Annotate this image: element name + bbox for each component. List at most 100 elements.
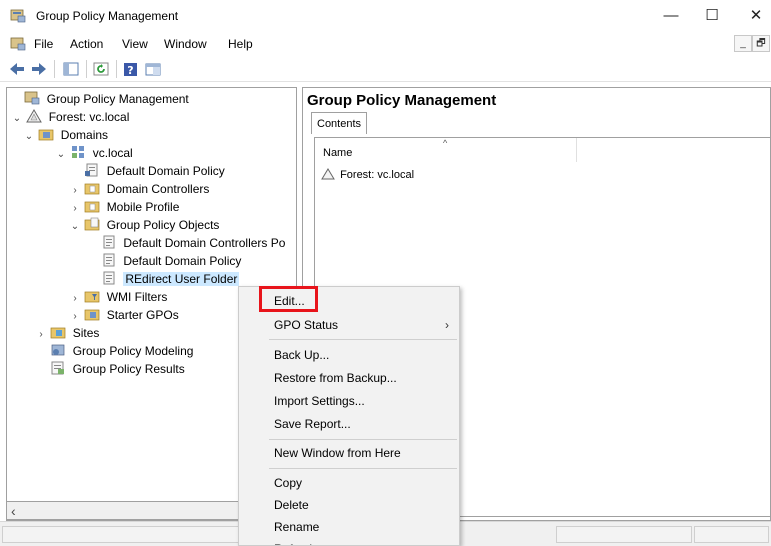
menu-item-refresh[interactable]: Refresh <box>239 538 459 545</box>
scroll-left-arrow-icon[interactable]: ‹ <box>11 503 16 519</box>
tree-label: Forest: vc.local <box>48 110 130 124</box>
starter-gpo-icon <box>84 309 100 321</box>
details-title: Group Policy Management <box>307 92 497 109</box>
tree-item-default-domain-policy-link[interactable]: Default Domain Policy <box>69 162 225 180</box>
properties-pane-icon[interactable] <box>144 59 162 79</box>
ou-folder-icon <box>84 183 100 195</box>
wmi-filter-icon <box>84 291 100 303</box>
column-header-label: Name <box>323 147 353 159</box>
tree-item-sites[interactable]: › Sites <box>35 324 99 342</box>
menu-action[interactable]: Action <box>70 37 103 51</box>
tree-item-starter-gpos[interactable]: › Starter GPOs <box>69 306 179 324</box>
back-arrow-icon[interactable] <box>8 59 26 79</box>
minimize-button[interactable]: — <box>656 4 686 28</box>
menu-item-back-up[interactable]: Back Up... <box>239 344 459 366</box>
tree-item-group-policy-objects[interactable]: ⌄ Group Policy Objects <box>69 216 219 234</box>
close-button[interactable]: ✕ <box>741 4 771 28</box>
menu-separator <box>269 439 457 440</box>
mdi-restore-button[interactable]: 🗗 <box>752 35 770 52</box>
chevron-down-icon[interactable]: ⌄ <box>23 128 35 146</box>
menu-item-delete[interactable]: Delete <box>239 494 459 516</box>
list-item-label: Forest: vc.local <box>340 169 415 181</box>
gpm-app-icon <box>10 9 26 23</box>
menu-help[interactable]: Help <box>228 37 253 51</box>
tree-item-domains[interactable]: ⌄ Domains <box>23 126 108 144</box>
tree-label: Group Policy Management <box>46 92 189 106</box>
forest-icon <box>26 109 43 123</box>
menu-bar: File Action View Window Help _ 🗗 <box>0 32 771 56</box>
toolbar-separator <box>54 60 55 78</box>
chevron-down-icon[interactable]: ⌄ <box>11 110 23 128</box>
tree-item-gpo[interactable]: Default Domain Controllers Po <box>101 234 285 252</box>
menu-item-new-window[interactable]: New Window from Here <box>239 442 459 464</box>
status-segment <box>556 526 692 543</box>
tree-item-gpm-root[interactable]: Group Policy Management <box>9 90 189 108</box>
gpo-document-icon <box>103 253 115 267</box>
sites-icon <box>50 327 66 339</box>
toolbar: ? <box>0 56 771 82</box>
tree-label: Mobile Profile <box>106 200 180 214</box>
show-hide-tree-icon[interactable] <box>62 59 80 79</box>
tree-label: Group Policy Results <box>72 362 185 376</box>
menu-view[interactable]: View <box>122 37 148 51</box>
sort-ascending-icon: ^ <box>443 138 448 148</box>
gpm-root-icon <box>24 91 40 105</box>
tree-item-gp-modeling[interactable]: Group Policy Modeling <box>35 342 193 360</box>
tree-label: Starter GPOs <box>106 308 179 322</box>
gp-results-icon <box>51 361 65 375</box>
maximize-button[interactable]: ☐ <box>697 4 727 28</box>
forest-icon <box>321 168 335 180</box>
tree-item-domain-controllers[interactable]: › Domain Controllers <box>69 180 209 198</box>
menu-separator <box>269 339 457 340</box>
tree-label: vc.local <box>92 146 133 160</box>
gp-modeling-icon <box>51 344 65 356</box>
tree-item-wmi-filters[interactable]: › WMI Filters <box>69 288 167 306</box>
tree-item-mobile-profile[interactable]: › Mobile Profile <box>69 198 179 216</box>
domain-icon <box>72 146 85 158</box>
help-icon[interactable]: ? <box>122 59 140 79</box>
window-title: Group Policy Management <box>36 9 179 23</box>
toolbar-separator <box>86 60 87 78</box>
menu-item-restore[interactable]: Restore from Backup... <box>239 367 459 389</box>
domains-folder-icon <box>38 129 54 141</box>
list-item[interactable]: Forest: vc.local <box>321 168 414 181</box>
chevron-down-icon[interactable]: ⌄ <box>69 218 81 236</box>
column-header-name[interactable]: ^ Name <box>315 138 577 162</box>
gpo-container-icon <box>84 217 100 231</box>
tree-item-gpo-selected[interactable]: REdirect User Folder <box>101 270 240 288</box>
refresh-icon[interactable] <box>92 59 110 79</box>
menu-item-gpo-status[interactable]: GPO Status › <box>239 314 459 336</box>
toolbar-separator <box>116 60 117 78</box>
menu-item-label: GPO Status <box>274 318 339 332</box>
menu-item-copy[interactable]: Copy <box>239 472 459 494</box>
status-segment <box>694 526 769 543</box>
menu-file[interactable]: File <box>34 37 53 51</box>
gpo-document-icon <box>103 235 115 249</box>
tree-item-gpo[interactable]: Default Domain Policy <box>101 252 241 270</box>
gpo-link-icon <box>85 163 98 177</box>
menu-item-rename[interactable]: Rename <box>239 516 459 538</box>
menu-item-import[interactable]: Import Settings... <box>239 390 459 412</box>
menu-window[interactable]: Window <box>164 37 207 51</box>
mdi-minimize-button[interactable]: _ <box>734 35 752 52</box>
gpo-document-icon <box>103 271 115 285</box>
chevron-down-icon[interactable]: ⌄ <box>55 146 67 164</box>
menu-item-save-report[interactable]: Save Report... <box>239 413 459 435</box>
ou-folder-icon <box>84 201 100 213</box>
submenu-arrow-icon: › <box>445 318 449 332</box>
menu-separator <box>269 468 457 469</box>
tree-label: Group Policy Modeling <box>72 344 194 358</box>
tree-label: Default Domain Policy <box>106 164 225 178</box>
tree-item-forest[interactable]: ⌄ Forest: vc.local <box>11 108 129 126</box>
annotation-highlight-box <box>259 286 318 312</box>
tree-item-domain-vc-local[interactable]: ⌄ vc.local <box>55 144 133 162</box>
title-bar: Group Policy Management — ☐ ✕ <box>0 0 771 32</box>
forward-arrow-icon[interactable] <box>30 59 48 79</box>
tab-contents[interactable]: Contents <box>311 112 368 134</box>
tree-label: Default Domain Controllers Po <box>123 236 286 250</box>
tree-label: Sites <box>72 326 100 340</box>
tree-label: REdirect User Folder <box>123 272 240 286</box>
context-menu: Edit... GPO Status › Back Up... Restore … <box>238 286 460 546</box>
tree-item-gp-results[interactable]: Group Policy Results <box>35 360 185 378</box>
console-menu-icon[interactable] <box>10 37 26 51</box>
